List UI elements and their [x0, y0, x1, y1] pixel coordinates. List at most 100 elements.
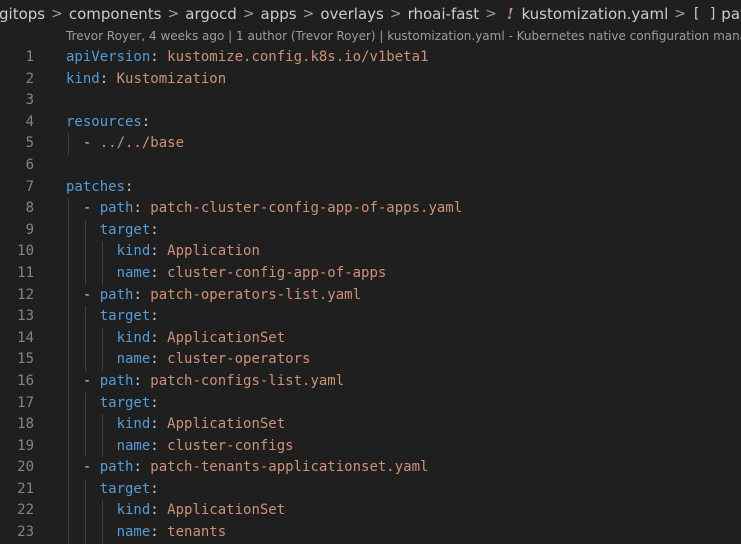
code-line[interactable]: 19 name: cluster-configs	[0, 435, 741, 458]
code-text: name: cluster-config-app-of-apps	[34, 262, 741, 285]
colon: :	[133, 200, 142, 217]
colon: :	[150, 480, 159, 497]
chevron-right-icon: >	[389, 5, 402, 22]
code-line[interactable]: 9 target:	[0, 219, 741, 242]
yaml-value: Kustomization	[108, 70, 227, 87]
indent-guide	[101, 414, 103, 436]
code-line[interactable]: 21 target:	[0, 478, 741, 501]
yaml-key: kind	[116, 329, 151, 346]
code-line[interactable]: 10 kind: Application	[0, 241, 741, 263]
colon: :	[150, 221, 159, 238]
colon: :	[150, 329, 159, 346]
code-line[interactable]: 22 kind: ApplicationSet	[0, 500, 741, 523]
code-text: apiVersion: kustomize.config.k8s.io/v1be…	[34, 47, 741, 69]
yaml-key: apiVersion	[66, 49, 151, 65]
yaml-key: path	[99, 200, 134, 217]
breadcrumb-item-rhoai-fast[interactable]: rhoai-fast	[408, 5, 480, 23]
code-line[interactable]: 6	[0, 155, 741, 177]
yaml-value: ../../base	[99, 135, 185, 152]
code-line[interactable]: 5 - ../../base	[0, 133, 741, 155]
code-line[interactable]: 14 kind: ApplicationSet	[0, 327, 741, 350]
code-line[interactable]: 12 - path: patch-operators-list.yaml	[0, 284, 741, 307]
code-line[interactable]: 20 - path: patch-tenants-applicationset.…	[0, 457, 741, 479]
line-number: 2	[25, 70, 34, 87]
line-number: 22	[17, 502, 34, 519]
indent-guide	[101, 522, 103, 544]
code-line[interactable]: 7 patches:	[0, 177, 741, 199]
indent-guide	[68, 392, 69, 415]
indent-guide	[101, 241, 103, 263]
line-number: 3	[25, 92, 34, 109]
indent-guide	[101, 349, 103, 371]
code-text: target:	[34, 306, 741, 328]
indent-guide	[68, 478, 69, 501]
line-number: 12	[17, 286, 34, 303]
code-text: - path: patch-cluster-config-app-of-apps…	[34, 198, 741, 220]
breadcrumb-item-overlays[interactable]: overlays	[320, 5, 384, 23]
indent-guide	[84, 478, 86, 501]
line-number: 11	[17, 264, 34, 281]
chevron-right-icon: >	[302, 5, 315, 22]
line-number: 17	[17, 394, 34, 411]
code-text: - path: patch-tenants-applicationset.yam…	[34, 457, 741, 479]
breadcrumb-item-argocd[interactable]: argocd	[185, 5, 237, 23]
yaml-key: name	[116, 524, 151, 541]
code-editor[interactable]: 1 apiVersion: kustomize.config.k8s.io/v1b…	[0, 47, 741, 544]
breadcrumb-file[interactable]: kustomization.yaml	[521, 5, 668, 23]
chevron-right-icon: >	[242, 5, 255, 22]
chevron-right-icon: >	[485, 5, 497, 22]
code-line[interactable]: 11 name: cluster-config-app-of-apps	[0, 262, 741, 285]
breadcrumb-item-gitops[interactable]: gitops	[0, 5, 45, 23]
line-number: 18	[17, 416, 34, 433]
yaml-value: patch-configs-list.yaml	[141, 372, 345, 389]
code-text: name: cluster-configs	[34, 435, 741, 458]
indent-guide	[84, 349, 86, 371]
indent-guide	[84, 435, 86, 458]
code-line[interactable]: 13 target:	[0, 306, 741, 328]
yaml-value: ApplicationSet	[158, 329, 286, 346]
code-line[interactable]: 3	[0, 90, 741, 112]
indent-guide	[84, 327, 86, 350]
code-line[interactable]: 8 - path: patch-cluster-config-app-of-ap…	[0, 198, 741, 220]
yaml-value: ApplicationSet	[158, 502, 286, 519]
line-number: 19	[17, 437, 34, 454]
code-line[interactable]: 16 - path: patch-configs-list.yaml	[0, 370, 741, 393]
line-number: 4	[25, 113, 34, 130]
indent-guide	[68, 198, 69, 220]
colon: :	[125, 178, 134, 195]
code-line[interactable]: 2 kind: Kustomization	[0, 69, 741, 91]
code-line[interactable]: 18 kind: ApplicationSet	[0, 414, 741, 436]
breadcrumb-item-components[interactable]: components	[69, 5, 162, 23]
colon: :	[150, 308, 159, 325]
indent-guide	[68, 500, 69, 523]
code-text: - path: patch-operators-list.yaml	[34, 284, 741, 307]
indent-guide	[68, 306, 69, 328]
list-dash: -	[82, 135, 100, 152]
code-line[interactable]: 23 name: tenants	[0, 522, 741, 544]
indent-guide	[84, 414, 86, 436]
code-text: target:	[34, 219, 741, 242]
indent-guide	[84, 262, 86, 285]
yaml-key: name	[116, 351, 151, 368]
code-line[interactable]: 17 target:	[0, 392, 741, 415]
git-blame-codelens[interactable]: Trevor Royer, 4 weeks ago | 1 author (Tr…	[0, 27, 741, 45]
yaml-value: cluster-configs	[158, 437, 294, 454]
code-line[interactable]: 1 apiVersion: kustomize.config.k8s.io/v1b…	[0, 47, 741, 69]
code-line[interactable]: 15 name: cluster-operators	[0, 349, 741, 371]
yaml-key: path	[99, 459, 134, 476]
line-number: 16	[17, 372, 34, 389]
list-dash: -	[82, 372, 100, 389]
breadcrumb-item-apps[interactable]: apps	[261, 5, 297, 23]
array-symbol-icon: [ ]	[692, 5, 718, 22]
code-line[interactable]: 4 resources:	[0, 112, 741, 134]
colon: :	[99, 70, 109, 87]
yaml-key: path	[99, 286, 134, 303]
breadcrumb-symbol[interactable]: patches	[721, 5, 741, 23]
